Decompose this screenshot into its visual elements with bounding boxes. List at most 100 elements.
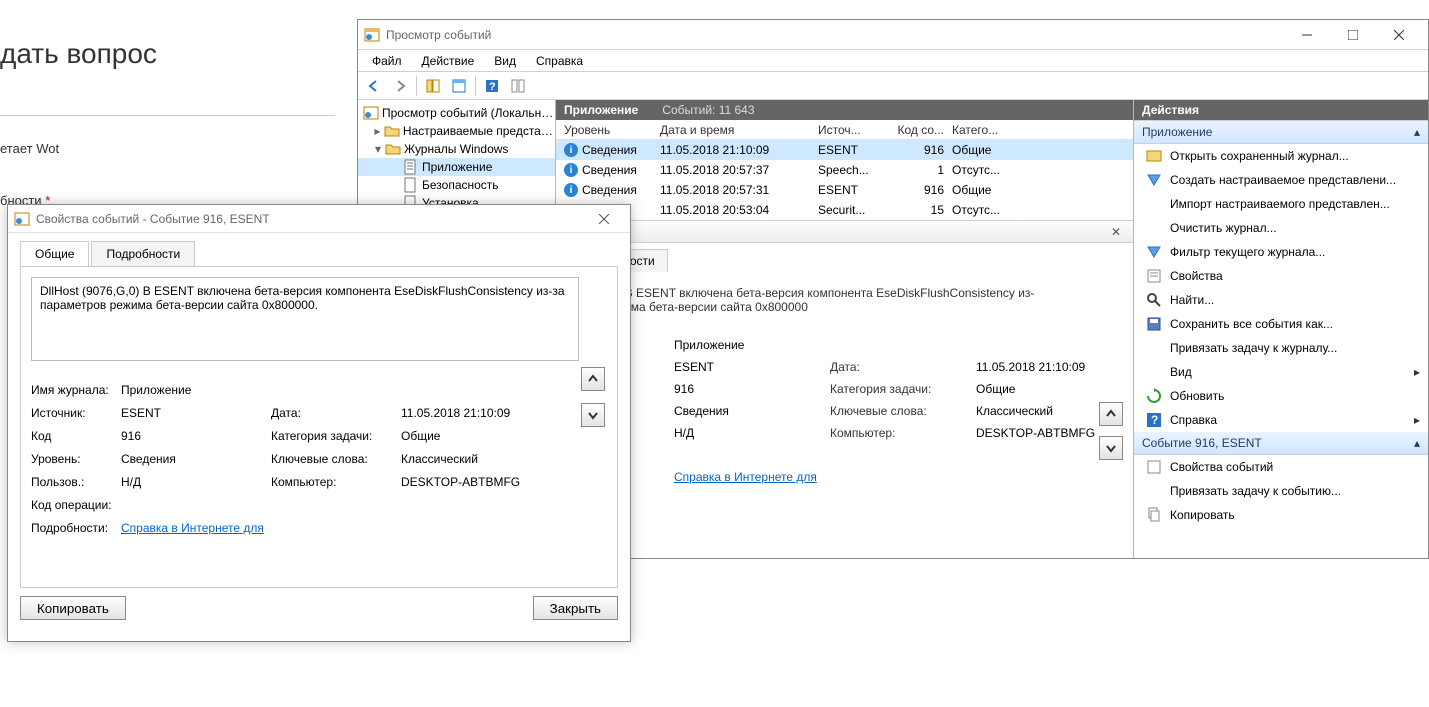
preview-help-link[interactable]: Справка в Интернете для <box>674 470 824 484</box>
tree-configurable-views[interactable]: ▸ Настраиваемые представле... <box>358 122 555 140</box>
action-item[interactable]: Свойства <box>1134 264 1428 288</box>
close-button[interactable]: Закрыть <box>533 596 618 620</box>
window-controls <box>1284 21 1422 49</box>
nav-up-button[interactable] <box>581 367 605 391</box>
folder-icon <box>385 141 401 157</box>
cell-id: 1 <box>896 163 944 177</box>
event-properties-dialog: Свойства событий - Событие 916, ESENT Об… <box>7 204 631 642</box>
properties-description[interactable]: DllHost (9076,G,0) В ESENT включена бета… <box>31 277 579 361</box>
tree-log-application[interactable]: Приложение <box>358 158 555 176</box>
properties-titlebar[interactable]: Свойства событий - Событие 916, ESENT <box>8 205 630 233</box>
grid-header-row[interactable]: Уровень Дата и время Источ... Код со... … <box>556 120 1133 140</box>
event-list-header: Приложение Событий: 11 643 <box>556 100 1133 120</box>
table-row[interactable]: 11.05.2018 20:53:04Securit...15Отсутс... <box>556 200 1133 220</box>
show-tree-button[interactable] <box>421 74 445 98</box>
actions-group-event[interactable]: Событие 916, ESENT ▴ <box>1134 432 1428 455</box>
action-item[interactable]: Сохранить все события как... <box>1134 312 1428 336</box>
col-id[interactable]: Код со... <box>896 123 944 137</box>
close-button[interactable] <box>1376 21 1422 49</box>
properties-tab-details[interactable]: Подробности <box>91 241 195 266</box>
cell-id: 916 <box>896 143 944 157</box>
table-row[interactable]: iСведения11.05.2018 21:10:09ESENT916Общи… <box>556 140 1133 160</box>
panel-toggle-button[interactable] <box>506 74 530 98</box>
copy-button[interactable]: Копировать <box>20 596 126 620</box>
collapse-icon[interactable]: ▴ <box>1414 436 1420 450</box>
cell-date: 11.05.2018 20:57:37 <box>660 163 810 177</box>
table-row[interactable]: iСведения11.05.2018 20:57:31ESENT916Общи… <box>556 180 1133 200</box>
properties-close-button[interactable] <box>584 206 624 232</box>
actions-scroll[interactable]: Приложение ▴ Открыть сохраненный журнал.… <box>1134 120 1428 558</box>
toolbar-separator <box>416 76 417 96</box>
table-row[interactable]: iСведения11.05.2018 20:57:37Speech...1От… <box>556 160 1133 180</box>
action-icon <box>1146 196 1162 212</box>
tree-log-application-label: Приложение <box>422 160 492 174</box>
menu-view[interactable]: Вид <box>486 52 524 70</box>
action-item[interactable]: Открыть сохраненный журнал... <box>1134 144 1428 168</box>
properties-footer: Копировать Закрыть <box>8 596 630 630</box>
event-viewer-icon <box>14 211 30 227</box>
chevron-right-icon[interactable]: ▸ <box>372 124 383 138</box>
action-icon <box>1146 172 1162 188</box>
maximize-button[interactable] <box>1330 21 1376 49</box>
menu-action[interactable]: Действие <box>414 52 483 70</box>
cell-date: 11.05.2018 20:53:04 <box>660 203 810 217</box>
nav-down-button[interactable] <box>1099 436 1123 460</box>
action-item[interactable]: Очистить журнал... <box>1134 216 1428 240</box>
action-item[interactable]: Вид▸ <box>1134 360 1428 384</box>
action-item[interactable]: Фильтр текущего журнала... <box>1134 240 1428 264</box>
action-icon <box>1146 292 1162 308</box>
col-category[interactable]: Катего... <box>952 123 1022 137</box>
minimize-button[interactable] <box>1284 21 1330 49</box>
action-item[interactable]: ?Справка▸ <box>1134 408 1428 432</box>
actions-title: Действия <box>1134 100 1428 120</box>
action-item[interactable]: Обновить <box>1134 384 1428 408</box>
properties-tab-general[interactable]: Общие <box>20 241 89 266</box>
tree-root[interactable]: Просмотр событий (Локальный <box>358 104 555 122</box>
event-viewer-titlebar[interactable]: Просмотр событий <box>358 20 1428 50</box>
action-item[interactable]: Найти... <box>1134 288 1428 312</box>
nav-down-button[interactable] <box>581 403 605 427</box>
actions-group-application[interactable]: Приложение ▴ <box>1134 121 1428 144</box>
properties-nav <box>581 367 605 427</box>
info-icon: i <box>564 163 578 177</box>
grid-rows-container: iСведения11.05.2018 21:10:09ESENT916Общи… <box>556 140 1133 220</box>
menu-help[interactable]: Справка <box>528 52 591 70</box>
tree-log-security[interactable]: Безопасность <box>358 176 555 194</box>
collapse-icon[interactable]: ▴ <box>1414 125 1420 139</box>
chevron-right-icon: ▸ <box>1414 413 1420 427</box>
action-icon <box>1146 268 1162 284</box>
back-button[interactable] <box>362 74 386 98</box>
action-item[interactable]: Привязать задачу к событию... <box>1134 479 1428 503</box>
properties-title: Свойства событий - Событие 916, ESENT <box>36 212 584 226</box>
forward-button[interactable] <box>388 74 412 98</box>
bg-separator <box>0 115 335 116</box>
preview-close-button[interactable]: ✕ <box>1107 225 1125 239</box>
event-viewer-icon <box>364 27 380 43</box>
menu-file[interactable]: Файл <box>364 52 410 70</box>
cell-id: 916 <box>896 183 944 197</box>
cell-category: Отсутс... <box>952 203 1022 217</box>
action-item[interactable]: Свойства событий <box>1134 455 1428 479</box>
window-title: Просмотр событий <box>386 28 1284 42</box>
action-icon <box>1146 148 1162 164</box>
cell-date: 11.05.2018 20:57:31 <box>660 183 810 197</box>
bg-line1: етает Wot <box>0 141 59 156</box>
cell-level: iСведения <box>564 163 652 177</box>
properties-button[interactable] <box>447 74 471 98</box>
action-item[interactable]: Создать настраиваемое представлени... <box>1134 168 1428 192</box>
cell-id: 15 <box>896 203 944 217</box>
col-level[interactable]: Уровень <box>564 123 652 137</box>
properties-help-link[interactable]: Справка в Интернете для <box>121 521 271 535</box>
action-item[interactable]: Импорт настраиваемого представлен... <box>1134 192 1428 216</box>
help-button[interactable]: ? <box>480 74 504 98</box>
cell-date: 11.05.2018 21:10:09 <box>660 143 810 157</box>
action-item[interactable]: Привязать задачу к журналу... <box>1134 336 1428 360</box>
nav-up-button[interactable] <box>1099 402 1123 426</box>
col-date[interactable]: Дата и время <box>660 123 810 137</box>
col-source[interactable]: Источ... <box>818 123 888 137</box>
chevron-down-icon[interactable]: ▾ <box>372 142 384 156</box>
tree-windows-logs[interactable]: ▾ Журналы Windows <box>358 140 555 158</box>
cell-category: Общие <box>952 143 1022 157</box>
preview-description: 9076,G,0) В ESENT включена бета-версия к… <box>568 286 1121 328</box>
action-item[interactable]: Копировать <box>1134 503 1428 527</box>
